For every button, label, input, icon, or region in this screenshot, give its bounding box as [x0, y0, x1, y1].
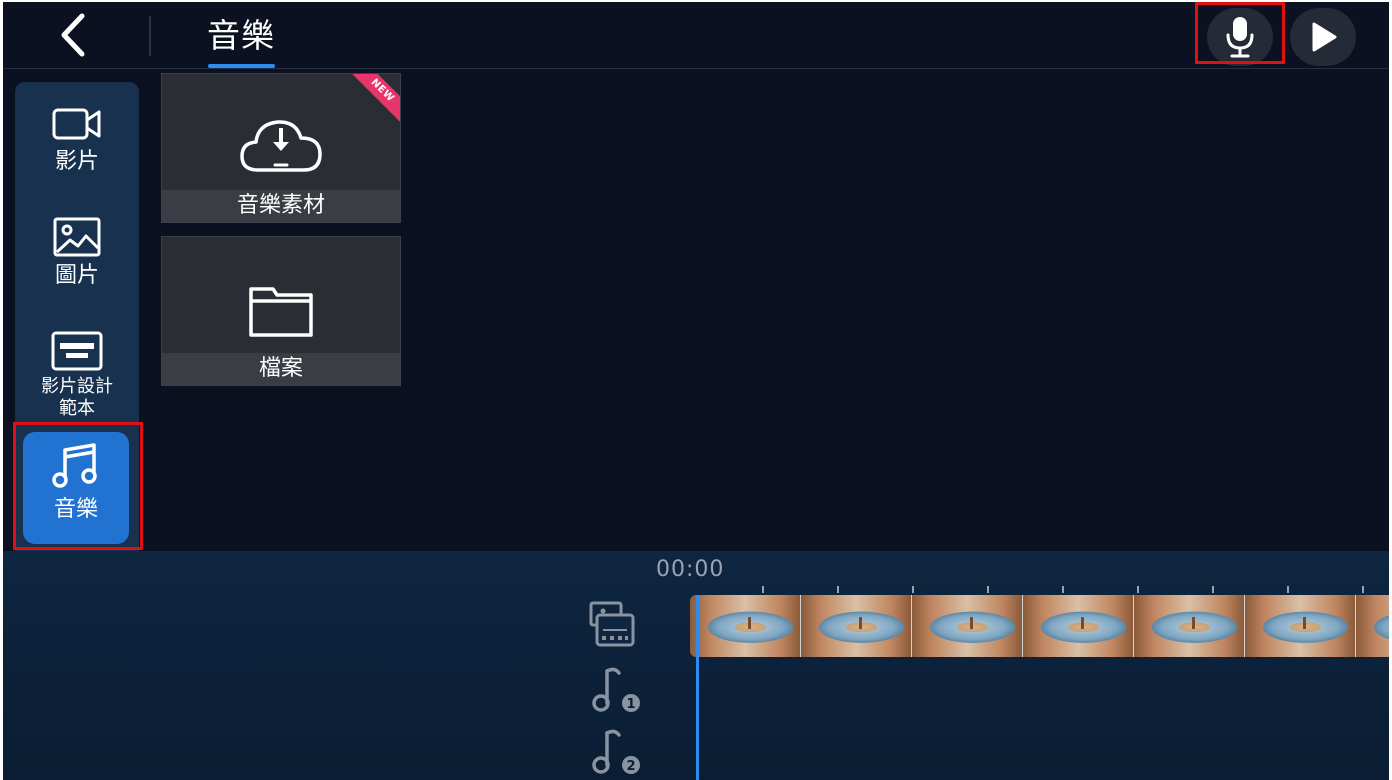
- template-icon: [51, 331, 103, 371]
- sidebar-item-label: 影片設計: [41, 376, 113, 397]
- clip-frame: [801, 595, 912, 657]
- clip-frame: [690, 595, 801, 657]
- ruler-tick: [987, 586, 989, 593]
- folder-icon: [249, 287, 313, 337]
- file-tile[interactable]: 檔案: [161, 236, 401, 386]
- ruler-tick: [1212, 586, 1214, 593]
- sidebar-item-image[interactable]: 圖片: [15, 216, 139, 290]
- tab-music[interactable]: 音樂: [207, 14, 275, 68]
- play-button[interactable]: [1290, 8, 1356, 66]
- video-camera-icon: [52, 108, 101, 140]
- chevron-left-icon: [61, 13, 85, 57]
- sidebar-item-templates[interactable]: 影片設計 範本: [15, 330, 139, 420]
- sidebar-item-label: 音樂: [53, 497, 98, 522]
- top-bar: 音樂: [3, 2, 1389, 69]
- sidebar-item-label-line2: 範本: [59, 398, 95, 419]
- track-number: 1: [626, 697, 635, 712]
- timeline[interactable]: 00:00 1 2: [3, 551, 1389, 780]
- record-voice-button[interactable]: [1207, 8, 1273, 66]
- app-window: 音樂 影片 圖片 影片設計 範本 音樂 NEW 音樂素材 檔案 00:00 1 …: [3, 2, 1389, 780]
- cloud-download-icon: [240, 120, 322, 172]
- microphone-icon: [1226, 17, 1254, 58]
- clip-frame: [1134, 595, 1245, 657]
- tile-label: 音樂素材: [162, 190, 400, 222]
- sidebar-item-label: 影片: [54, 149, 99, 174]
- music-track-1-icon: 1: [587, 665, 643, 715]
- ruler-tick: [1287, 586, 1289, 593]
- page-title: 音樂: [207, 16, 275, 55]
- ruler-tick: [1362, 586, 1364, 593]
- ruler-tick: [912, 586, 914, 593]
- video-track-icon: [587, 601, 637, 649]
- clip-frame: [1023, 595, 1134, 657]
- video-clip[interactable]: [690, 595, 1389, 657]
- track-number: 2: [626, 759, 635, 774]
- sidebar-item-video[interactable]: 影片: [15, 104, 139, 176]
- ruler-tick: [762, 586, 764, 593]
- back-button[interactable]: [51, 10, 95, 60]
- music-note-icon: [52, 443, 97, 488]
- music-library-tile[interactable]: NEW 音樂素材: [161, 73, 401, 223]
- ruler-tick: [1137, 586, 1139, 593]
- sidebar-item-music[interactable]: 音樂: [23, 432, 129, 544]
- header-divider: [149, 16, 151, 56]
- clip-frame: [1245, 595, 1356, 657]
- timecode: 00:00: [656, 557, 725, 582]
- image-icon: [53, 217, 101, 257]
- clip-frame: [912, 595, 1023, 657]
- clip-frame: [1356, 595, 1389, 657]
- playhead[interactable]: [696, 595, 699, 780]
- play-icon: [1312, 22, 1337, 52]
- sidebar-item-label: 圖片: [54, 263, 99, 288]
- tile-label: 檔案: [162, 353, 400, 385]
- music-track-2-icon: 2: [587, 727, 643, 777]
- ruler-tick: [1062, 586, 1064, 593]
- ruler-tick: [837, 586, 839, 593]
- active-tab-indicator: [208, 64, 275, 68]
